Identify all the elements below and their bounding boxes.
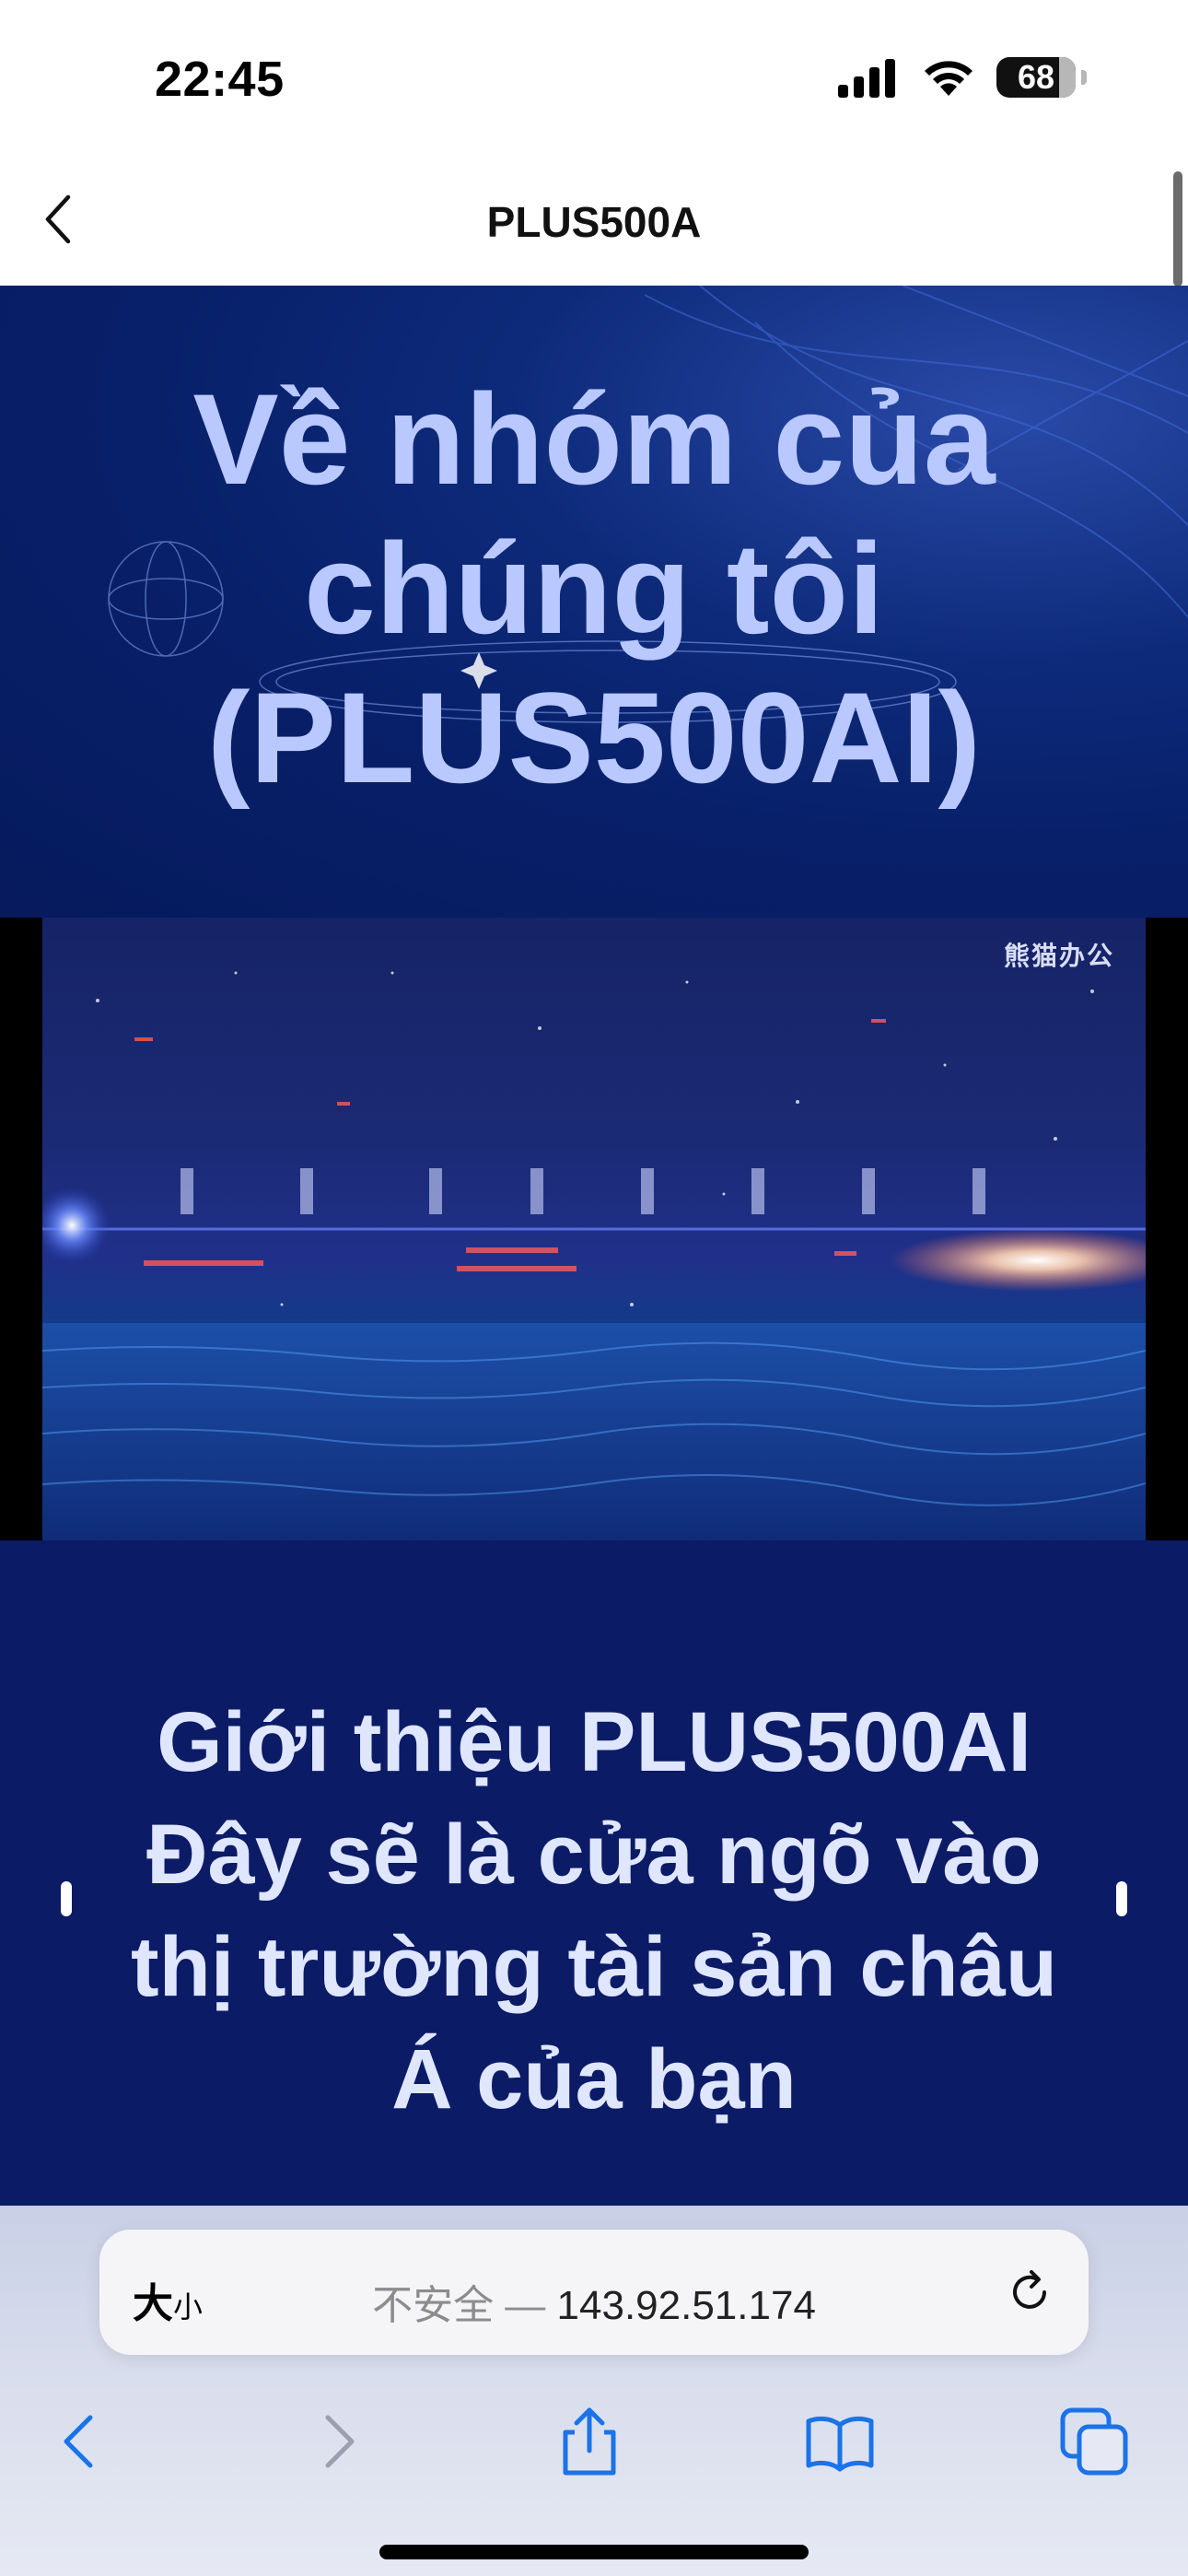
- address-text[interactable]: 不安全 — 143.92.51.174: [99, 2272, 1089, 2331]
- battery-tip: [1081, 70, 1087, 85]
- intro-line: thị trường tài sản châu: [130, 1920, 1058, 2014]
- hero-heading-line: (PLUS500AI): [206, 665, 982, 810]
- battery-icon: 68: [996, 57, 1076, 98]
- hero-heading: Về nhóm của chúng tôi (PLUS500AI): [0, 365, 1188, 813]
- back-arrow-icon[interactable]: [44, 2405, 118, 2478]
- status-icons: 68: [836, 57, 1087, 98]
- home-indicator[interactable]: [379, 2545, 809, 2559]
- hero-heading-line: chúng tôi: [304, 516, 884, 661]
- intro-line: Giới thiệu PLUS500AI: [157, 1695, 1031, 1789]
- video-watermark: 熊猫办公: [1003, 942, 1114, 970]
- hero-heading-line: Về nhóm của: [192, 367, 996, 511]
- safari-toolbar: [0, 2381, 1188, 2500]
- share-icon[interactable]: [553, 2405, 626, 2478]
- insecure-label: 不安全 —: [372, 2283, 557, 2328]
- status-time: 22:45: [155, 52, 285, 107]
- right-quote-mark: [1116, 1881, 1127, 1916]
- address-bar[interactable]: 大小 不安全 — 143.92.51.174: [99, 2230, 1089, 2355]
- left-quote-mark: [61, 1881, 72, 1916]
- intro-line: Á của bạn: [391, 2032, 797, 2126]
- nav-header: PLUS500A: [0, 157, 1188, 286]
- safari-bottom-bar: 大小 不安全 — 143.92.51.174: [0, 2206, 1188, 2576]
- intro-line: Đây sẽ là cửa ngõ vào: [146, 1808, 1042, 1902]
- bookmarks-icon[interactable]: [803, 2405, 877, 2478]
- forward-arrow-icon[interactable]: [300, 2405, 374, 2478]
- url-text: 143.92.51.174: [556, 2283, 816, 2328]
- signal-icon: [838, 59, 895, 98]
- page-title: PLUS500A: [486, 198, 702, 246]
- intro-section: Giới thiệu PLUS500AI Đây sẽ là cửa ngõ v…: [0, 1540, 1188, 2206]
- intro-text: Giới thiệu PLUS500AI Đây sẽ là cửa ngõ v…: [74, 1686, 1114, 2136]
- scroll-indicator[interactable]: [1173, 171, 1182, 287]
- wifi-icon: [925, 61, 973, 96]
- hero-section: Về nhóm của chúng tôi (PLUS500AI): [0, 286, 1188, 918]
- battery-empty-segment: [1059, 57, 1076, 98]
- battery-level: 68: [1017, 58, 1055, 96]
- video-frame-graphic: [42, 918, 1146, 1540]
- reload-icon[interactable]: [1004, 2266, 1055, 2318]
- status-bar: 22:45 68: [0, 0, 1188, 157]
- video-area: 熊猫办公: [0, 918, 1188, 1540]
- screen: 22:45 68 PLUS500A Về nhóm của chúng tôi …: [0, 0, 1188, 2576]
- video-player[interactable]: 熊猫办公: [42, 918, 1146, 1540]
- tabs-icon[interactable]: [1057, 2405, 1131, 2478]
